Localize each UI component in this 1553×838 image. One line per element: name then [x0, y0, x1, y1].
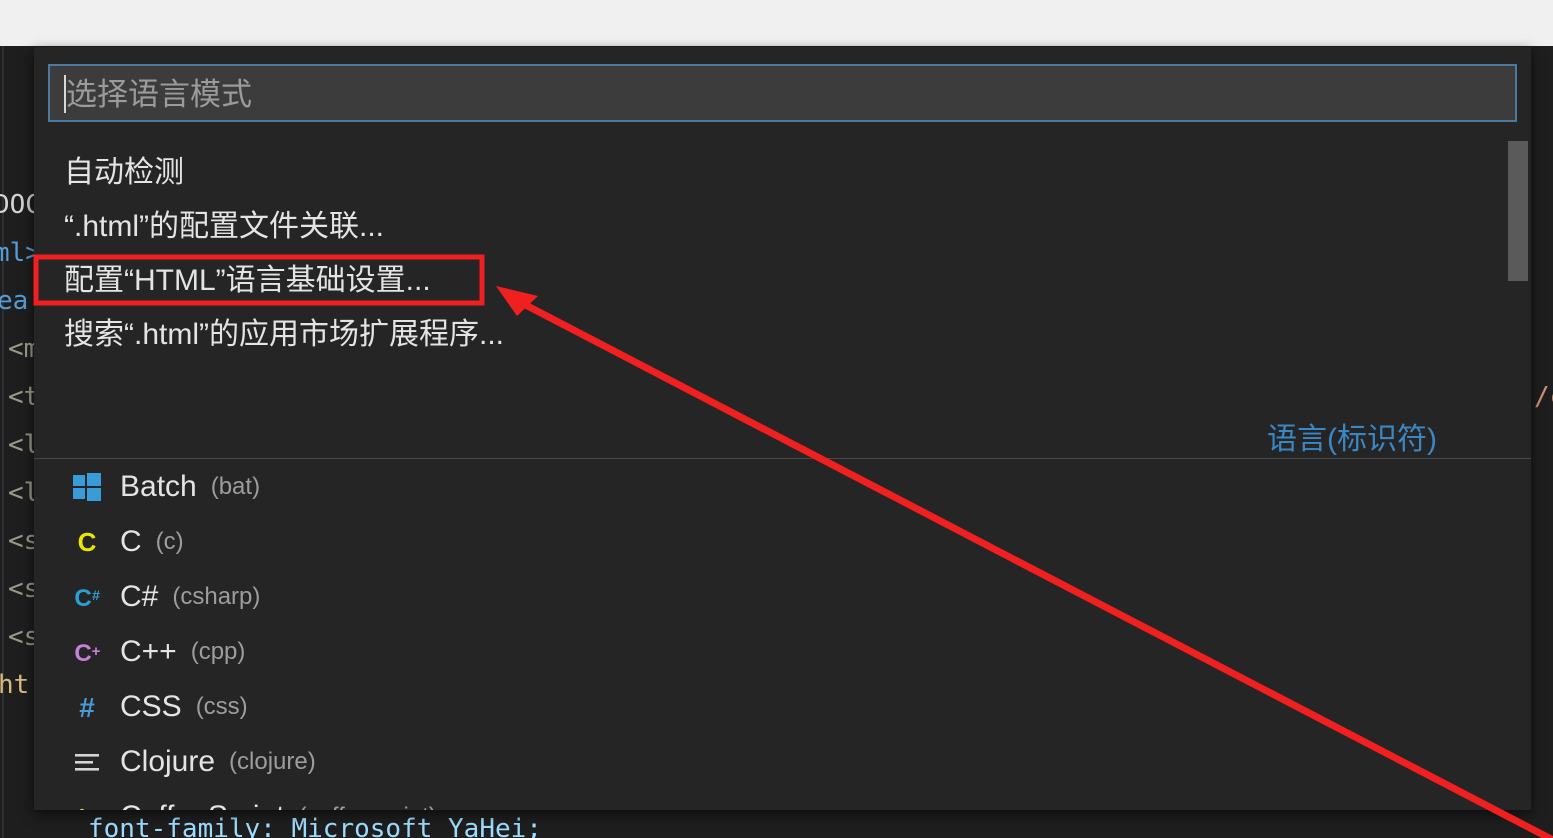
svg-text:+: +	[92, 643, 101, 660]
svg-text:C: C	[78, 527, 97, 557]
quickpick-item-configure-language-settings[interactable]: 配置“HTML”语言基础设置...	[34, 250, 1531, 304]
language-name: Batch	[120, 469, 197, 503]
quickpick-item-label: 搜索“.html”的应用市场扩展程序...	[64, 318, 504, 351]
language-id: (bat)	[210, 472, 261, 500]
quickpick-language-list: Batch (bat) C C (c) C # C# (csharp) C + …	[34, 459, 1531, 810]
language-name: C	[120, 524, 142, 558]
code-bottom-line: font-family: Microsoft YaHei;	[88, 814, 542, 838]
quickpick-item-label: 配置“HTML”语言基础设置...	[64, 264, 431, 297]
svg-text:C: C	[74, 585, 91, 612]
language-id: (c)	[155, 527, 184, 555]
language-item-csharp[interactable]: C # C# (csharp)	[34, 569, 1531, 624]
language-item-coffeescript[interactable]: CoffeeScript (coffeescript)	[34, 789, 1531, 810]
quickpick-item-auto-detect[interactable]: 自动检测	[34, 142, 1531, 196]
language-mode-quick-pick: 选择语言模式 自动检测 “.html”的配置文件关联... 配置“HTML”语言…	[34, 47, 1531, 810]
editor-gutter-line	[2, 46, 4, 838]
windows-logo-icon	[70, 470, 104, 504]
code-fragment: ht	[0, 670, 30, 700]
language-item-css[interactable]: # CSS (css)	[34, 679, 1531, 734]
language-item-cpp[interactable]: C + C++ (cpp)	[34, 624, 1531, 679]
language-name: Clojure	[120, 744, 216, 778]
c-language-icon: C	[70, 525, 104, 559]
quickpick-item-label: “.html”的配置文件关联...	[64, 210, 384, 243]
quickpick-result-list: 自动检测 “.html”的配置文件关联... 配置“HTML”语言基础设置...…	[34, 142, 1531, 810]
svg-text:#: #	[92, 587, 100, 603]
svg-text:C: C	[74, 640, 91, 667]
language-item-clojure[interactable]: Clojure (clojure)	[34, 734, 1531, 789]
hash-icon: #	[70, 690, 104, 724]
quickpick-item-search-marketplace[interactable]: 搜索“.html”的应用市场扩展程序...	[34, 304, 1531, 358]
csharp-icon: C #	[70, 580, 104, 614]
language-id: (css)	[195, 692, 248, 720]
quickpick-item-label: 自动检测	[64, 156, 184, 189]
language-item-c[interactable]: C C (c)	[34, 514, 1531, 569]
cpp-icon: C +	[70, 635, 104, 669]
quickpick-input-placeholder: 选择语言模式	[66, 77, 252, 112]
lines-file-icon	[70, 745, 104, 779]
language-name: C#	[120, 579, 159, 613]
language-id: (coffeescript)	[299, 803, 437, 811]
language-id: (cpp)	[190, 637, 246, 665]
language-id: (clojure)	[229, 747, 316, 775]
code-fragment-right: /c	[1534, 382, 1553, 412]
language-name: CoffeeScript	[120, 800, 285, 811]
language-id: (csharp)	[172, 582, 261, 610]
language-group-label: 语言(标识符)	[1267, 423, 1437, 456]
language-item-batch[interactable]: Batch (bat)	[34, 459, 1531, 514]
code-fragment: ea	[0, 286, 29, 316]
language-name: CSS	[120, 689, 182, 723]
svg-text:#: #	[79, 692, 95, 722]
quickpick-item-file-association[interactable]: “.html”的配置文件关联...	[34, 196, 1531, 250]
coffee-cup-icon	[70, 800, 104, 810]
window-top-strip	[0, 0, 1553, 46]
quickpick-scrollbar-thumb[interactable]	[1508, 141, 1528, 281]
language-name: C++	[120, 634, 177, 668]
quickpick-input-container[interactable]: 选择语言模式	[48, 64, 1517, 122]
